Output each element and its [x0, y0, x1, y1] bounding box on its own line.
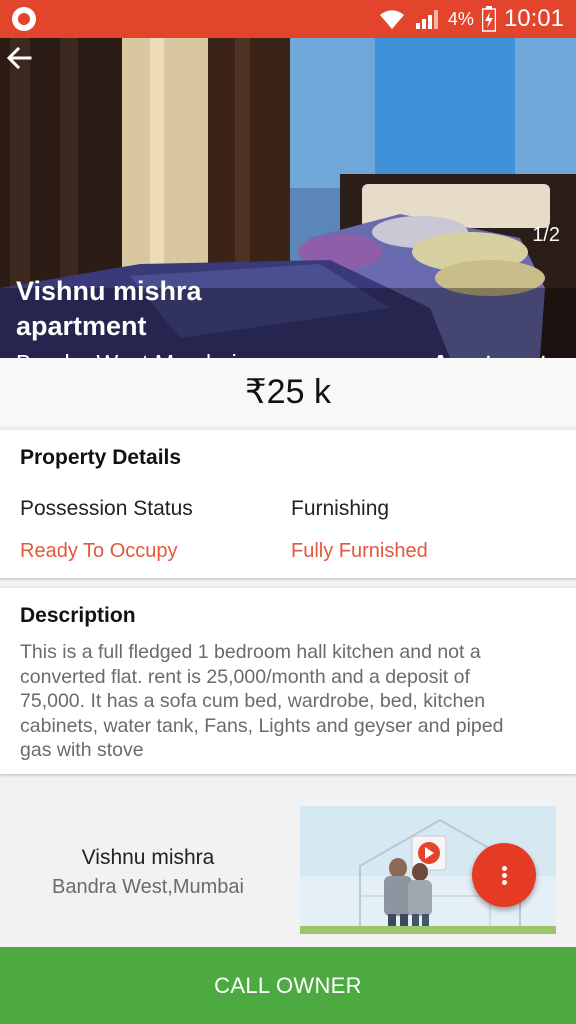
- furnishing-label: Furnishing: [291, 497, 390, 520]
- description-title: Description: [20, 604, 136, 627]
- back-arrow-icon[interactable]: [0, 38, 40, 78]
- owner-location: Bandra West,Mumbai: [52, 876, 244, 898]
- owner-name: Vishnu mishra: [81, 846, 215, 869]
- app-notification-icon: [12, 7, 36, 31]
- description-text: This is a full fledged 1 bedroom hall ki…: [20, 641, 504, 761]
- status-icons: 4% 10:01: [378, 0, 564, 38]
- property-location: Bandra West,Mumbai: [16, 350, 237, 358]
- property-details-card: Property Details Possession Status Ready…: [0, 430, 576, 578]
- photo-counter: 1/2: [532, 224, 560, 246]
- description-card: Description This is a full fledged 1 bed…: [0, 588, 576, 774]
- battery-icon: [481, 6, 496, 32]
- property-category: Apartments: [432, 350, 560, 358]
- possession-status-value: Ready To Occupy: [20, 540, 178, 562]
- battery-percent: 4%: [447, 8, 474, 29]
- furnishing-value: Fully Furnished: [291, 540, 428, 562]
- signal-icon: [415, 10, 438, 29]
- more-vertical-icon-dot: [502, 873, 507, 878]
- more-vertical-icon-dot: [502, 880, 507, 885]
- call-owner-button[interactable]: CALL OWNER: [0, 947, 576, 1024]
- property-photo[interactable]: 1/2 Vishnu mishra apartment Bandra West,…: [0, 38, 576, 358]
- clock: 10:01: [503, 5, 564, 32]
- price: ₹25 k: [0, 358, 576, 426]
- possession-status-label: Possession Status: [20, 497, 193, 520]
- status-bar: 4% 10:01: [0, 0, 576, 38]
- more-vertical-icon: [502, 866, 507, 871]
- property-title: Vishnu mishra apartment: [16, 276, 202, 341]
- wifi-icon: [379, 10, 404, 29]
- more-options-fab[interactable]: [472, 843, 536, 907]
- property-details-title: Property Details: [20, 446, 182, 469]
